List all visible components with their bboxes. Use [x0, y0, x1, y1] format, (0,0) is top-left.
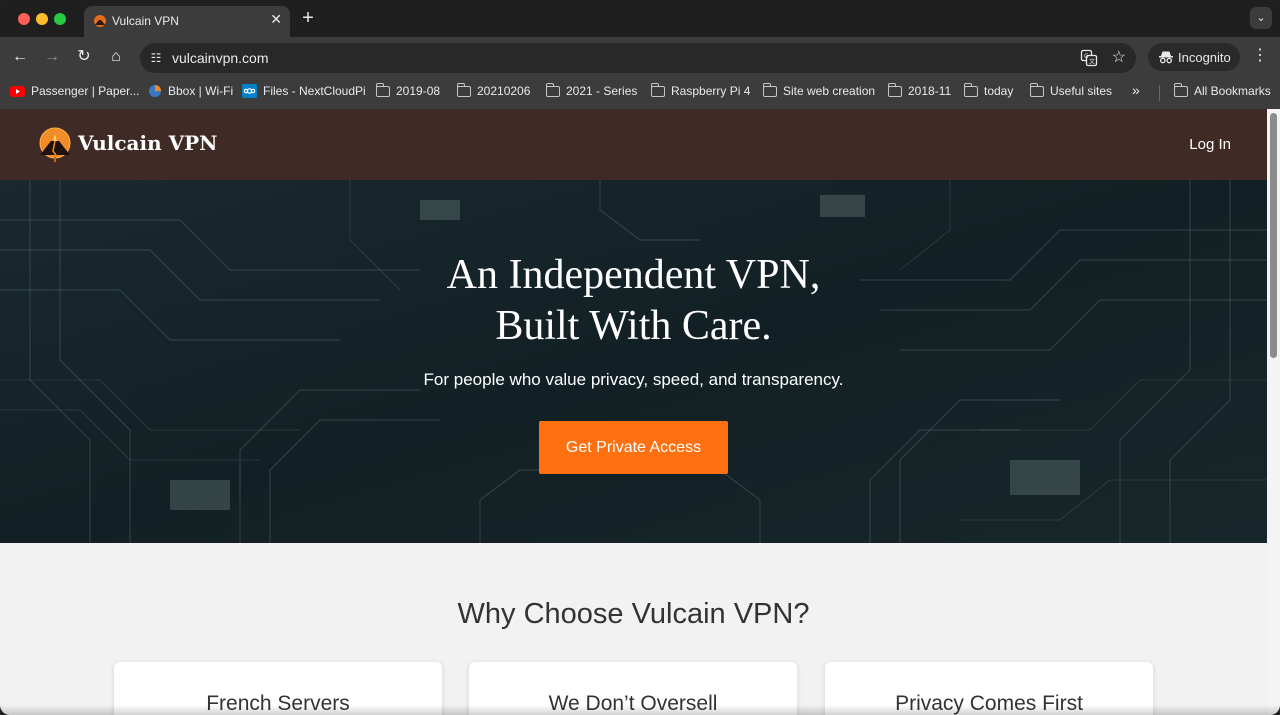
bookmarks-overflow-button[interactable]: »	[1132, 82, 1140, 98]
log-in-link[interactable]: Log In	[1189, 136, 1231, 153]
hero-subtitle: For people who value privacy, speed, and…	[423, 370, 844, 389]
get-private-access-button[interactable]: Get Private Access	[539, 421, 728, 474]
bookmark-item[interactable]: Site web creation	[762, 82, 876, 98]
home-button[interactable]: ⌂	[104, 45, 128, 69]
bbox-icon	[149, 85, 161, 97]
folder-icon	[545, 82, 560, 97]
bookmark-label: Useful sites	[1050, 84, 1113, 98]
window-bottom-shadow	[0, 705, 1280, 715]
bookmark-label: 2018-11	[908, 84, 952, 98]
bookmark-label: 2021 - Series	[566, 84, 638, 98]
bookmark-label: Site web creation	[783, 84, 876, 98]
bookmark-label: Passenger | Paper...	[31, 84, 140, 98]
bookmark-label: Files - NextCloudPi	[263, 84, 366, 98]
web-page: Vulcain VPN Log In An Independent VPN, B…	[0, 109, 1267, 715]
tab-title: Vulcain VPN	[112, 14, 179, 28]
circuit-board-background	[0, 180, 1267, 543]
hero-title: An Independent VPN, Built With Care.	[0, 250, 1267, 352]
close-window-button[interactable]	[18, 13, 30, 25]
bookmarks-separator	[1159, 85, 1160, 101]
bookmark-item[interactable]: 2018-11	[887, 82, 952, 98]
site-settings-icon[interactable]: ☷	[148, 50, 164, 66]
bookmark-item[interactable]: Files - NextCloudPi	[242, 84, 366, 98]
all-bookmarks-label: All Bookmarks	[1194, 84, 1271, 98]
why-choose-heading: Why Choose Vulcain VPN?	[457, 598, 810, 630]
bookmark-item[interactable]: Passenger | Paper...	[10, 84, 140, 98]
bookmarks-bar: Passenger | Paper... Bbox | Wi-Fi Files …	[0, 77, 1280, 109]
bookmark-item[interactable]: Bbox | Wi-Fi	[148, 84, 233, 98]
folder-icon	[1173, 82, 1188, 97]
bookmark-item[interactable]: Useful sites	[1029, 82, 1113, 98]
bookmark-label: Raspberry Pi 4	[671, 84, 751, 98]
bookmark-item[interactable]: Raspberry Pi 4	[650, 82, 751, 98]
site-header: Vulcain VPN Log In	[0, 109, 1267, 180]
forward-button[interactable]: →	[40, 45, 64, 69]
bookmark-label: today	[984, 84, 1014, 98]
minimize-window-button[interactable]	[36, 13, 48, 25]
reload-button[interactable]: ↻	[72, 45, 96, 69]
browser-toolbar: ← → ↻ ⌂ ☷ vulcainvpn.com G 文 ☆ Incognito…	[0, 37, 1280, 77]
tab-strip: Vulcain VPN ✕ + ⌄	[0, 0, 1280, 37]
browser-menu-icon[interactable]: ⋮	[1250, 45, 1270, 65]
bookmark-star-icon[interactable]: ☆	[1112, 47, 1126, 67]
folder-icon	[887, 82, 902, 97]
browser-window: Vulcain VPN ✕ + ⌄ ← → ↻ ⌂ ☷ vulcainvpn.c…	[0, 0, 1280, 715]
tab-close-icon[interactable]: ✕	[270, 11, 282, 28]
bookmark-label: 2019-08	[396, 84, 441, 98]
folder-icon	[1029, 82, 1044, 97]
address-bar[interactable]: ☷ vulcainvpn.com G 文 ☆	[140, 43, 1136, 73]
tab-search-button[interactable]: ⌄	[1250, 7, 1272, 29]
folder-icon	[762, 82, 777, 97]
folder-icon	[963, 82, 978, 97]
folder-icon	[456, 82, 471, 97]
new-tab-button[interactable]: +	[298, 7, 318, 30]
hero-title-line-2: Built With Care.	[495, 303, 772, 349]
bookmark-item[interactable]: 20210206	[456, 82, 531, 98]
incognito-button[interactable]: Incognito	[1148, 43, 1240, 71]
incognito-label: Incognito	[1178, 50, 1231, 65]
hero-title-line-1: An Independent VPN,	[446, 252, 821, 298]
maximize-window-button[interactable]	[54, 13, 66, 25]
brand-name[interactable]: Vulcain VPN	[78, 131, 217, 155]
incognito-icon	[1159, 51, 1173, 64]
address-url[interactable]: vulcainvpn.com	[172, 50, 269, 66]
volcano-logo-icon[interactable]	[38, 125, 72, 163]
nextcloud-icon	[242, 84, 257, 98]
scrollbar-thumb[interactable]	[1270, 113, 1277, 358]
folder-icon	[650, 82, 665, 97]
folder-icon	[375, 82, 390, 97]
hero-section: An Independent VPN, Built With Care. For…	[0, 180, 1267, 543]
bookmark-item[interactable]: 2019-08	[375, 82, 441, 98]
all-bookmarks-button[interactable]: All Bookmarks	[1173, 82, 1271, 98]
youtube-icon	[10, 85, 25, 97]
bookmark-item[interactable]: today	[963, 82, 1014, 98]
svg-text:文: 文	[1089, 58, 1095, 66]
tab-vulcain-vpn[interactable]: Vulcain VPN ✕	[84, 6, 290, 37]
bookmark-item[interactable]: 2021 - Series	[545, 82, 638, 98]
back-button[interactable]: ←	[8, 45, 32, 69]
volcano-favicon-icon	[94, 15, 106, 27]
bookmark-label: 20210206	[477, 84, 531, 98]
translate-icon[interactable]: G 文	[1080, 49, 1098, 67]
bookmark-label: Bbox | Wi-Fi	[168, 84, 234, 98]
